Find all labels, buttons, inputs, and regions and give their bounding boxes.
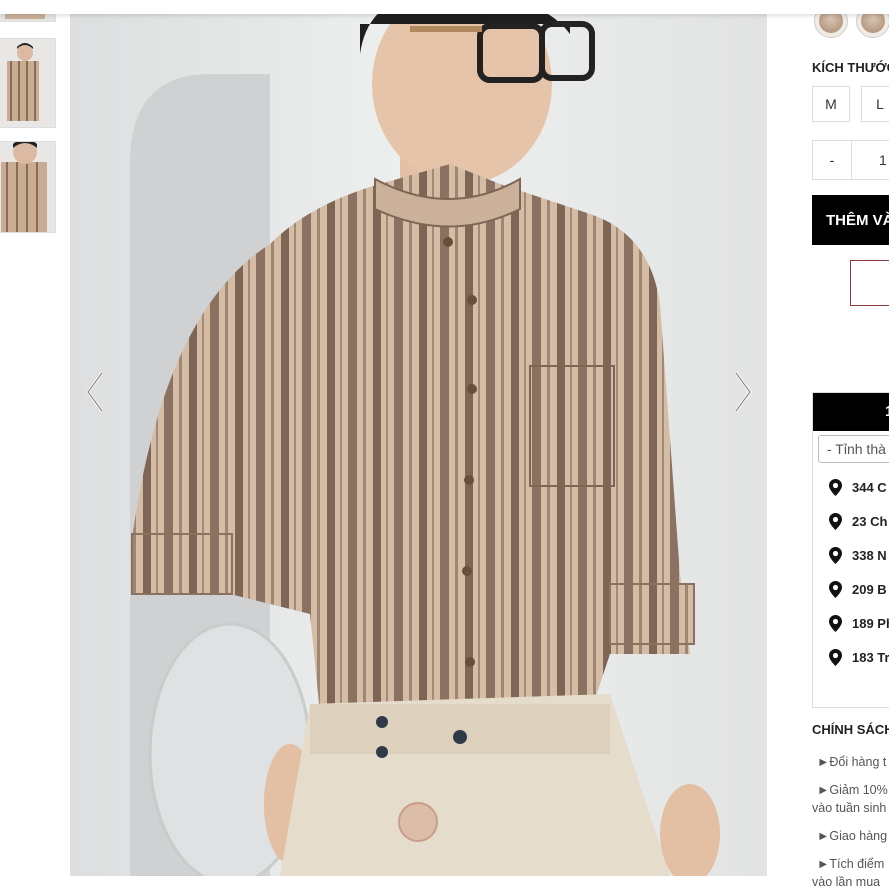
policy-item: ►Giao hàng xyxy=(817,829,888,843)
store-list-item[interactable]: 338 N xyxy=(829,545,887,565)
product-photo xyxy=(70,14,767,876)
store-address: 189 Ph xyxy=(852,615,889,631)
store-list-item[interactable]: 344 C xyxy=(829,477,887,497)
triangle-right-icon: ► xyxy=(817,783,830,797)
store-address: 183 Tr xyxy=(852,649,889,665)
size-option-m[interactable]: M xyxy=(812,86,850,122)
store-list-item[interactable]: 209 B xyxy=(829,579,887,599)
chevron-right-icon xyxy=(734,372,752,412)
map-pin-icon xyxy=(829,512,842,530)
map-pin-icon xyxy=(829,648,842,666)
size-option-l[interactable]: L xyxy=(861,86,889,122)
triangle-right-icon: ► xyxy=(817,857,830,871)
store-address: 344 C xyxy=(852,479,887,495)
add-to-cart-button[interactable]: THÊM VÀ xyxy=(812,195,889,245)
product-info-panel: KÍCH THƯỚC M L - THÊM VÀ 1 - Tỉnh thà 34… xyxy=(812,0,889,887)
store-list-item[interactable]: 189 Ph xyxy=(829,613,889,633)
top-header-bar xyxy=(0,0,889,14)
province-select[interactable]: - Tỉnh thà xyxy=(818,435,889,463)
gallery-prev-button[interactable] xyxy=(82,369,112,415)
triangle-right-icon: ► xyxy=(817,755,830,769)
map-pin-icon xyxy=(829,580,842,598)
map-pin-icon xyxy=(829,546,842,564)
store-address: 338 N xyxy=(852,547,887,563)
policy-item: ►Giảm 10% vào tuần sinh xyxy=(812,783,888,815)
policy-title: CHÍNH SÁCH xyxy=(812,722,889,737)
triangle-right-icon: ► xyxy=(817,829,830,843)
store-locator-header: 1 xyxy=(813,393,889,431)
policy-item: ►Đổi hàng t xyxy=(817,755,887,769)
store-list-item[interactable]: 183 Tr xyxy=(829,647,889,667)
buy-now-button[interactable] xyxy=(850,260,889,306)
quantity-decrement-button[interactable]: - xyxy=(812,140,852,180)
store-address: 23 Ch xyxy=(852,513,888,529)
map-pin-icon xyxy=(829,614,842,632)
size-label: KÍCH THƯỚC xyxy=(812,60,889,75)
gallery-next-button[interactable] xyxy=(726,369,756,415)
store-list-item[interactable]: 23 Ch xyxy=(829,511,887,531)
store-address: 209 B xyxy=(852,581,887,597)
store-locator: 1 - Tỉnh thà 344 C 23 Ch 338 N 209 B 189… xyxy=(812,392,889,708)
thumbnail-image[interactable] xyxy=(0,38,56,128)
map-pin-icon xyxy=(829,478,842,496)
chevron-left-icon xyxy=(86,372,104,412)
policy-item: ►Tích điểm vào lần mua xyxy=(812,857,885,887)
quantity-input[interactable] xyxy=(851,140,889,180)
product-main-image xyxy=(70,14,767,876)
thumbnail-image[interactable] xyxy=(0,141,56,233)
